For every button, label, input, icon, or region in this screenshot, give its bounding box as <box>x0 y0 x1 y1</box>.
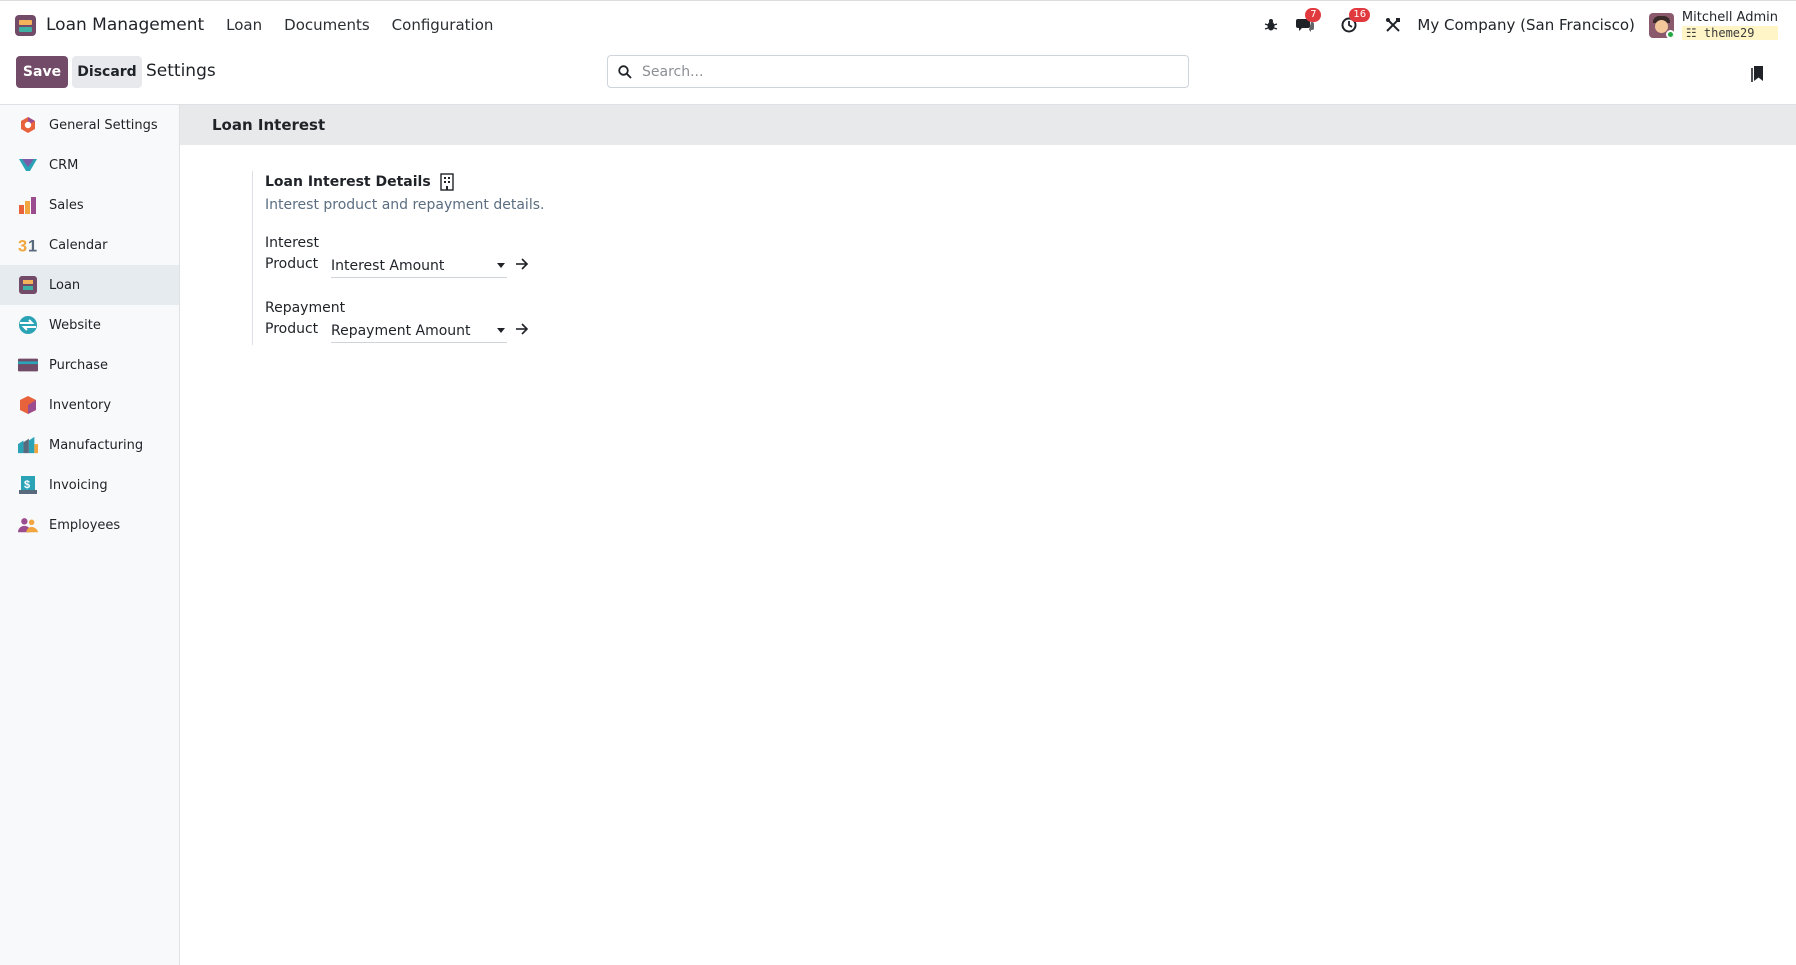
discard-button[interactable]: Discard <box>72 56 142 88</box>
loan-icon <box>18 275 38 295</box>
menu-configuration[interactable]: Configuration <box>392 16 494 34</box>
chevron-down-icon[interactable] <box>497 328 505 333</box>
app-name[interactable]: Loan Management <box>46 15 204 35</box>
interest-product-label: Interest Product <box>265 235 319 272</box>
repayment-product-label: Repayment Product <box>265 300 346 337</box>
svg-text:$: $ <box>24 479 30 491</box>
top-navbar: Loan Management Loan Documents Configura… <box>0 0 1796 49</box>
employees-icon <box>18 515 38 535</box>
section-title: Loan Interest <box>180 105 1796 145</box>
sidebar-item-inventory[interactable]: Inventory <box>0 385 179 425</box>
database-icon: ☷ <box>1685 25 1697 40</box>
company-switcher[interactable]: My Company (San Francisco) <box>1417 16 1634 34</box>
messages-count-badge: 7 <box>1305 8 1322 22</box>
menu-loan[interactable]: Loan <box>226 16 262 34</box>
repayment-product-select[interactable]: Repayment Amount <box>331 319 507 343</box>
internal-link-arrow-icon[interactable] <box>515 257 529 271</box>
main-menu: Loan Documents Configuration <box>226 16 493 34</box>
manufacturing-icon <box>18 435 38 455</box>
invoicing-icon: $ <box>18 475 38 495</box>
setting-title: Loan Interest Details <box>265 173 612 191</box>
online-status-icon <box>1665 29 1674 38</box>
tools-icon[interactable] <box>1383 15 1403 35</box>
company-building-icon <box>439 173 455 191</box>
debug-bug-icon[interactable] <box>1261 15 1281 35</box>
sidebar-item-employees[interactable]: Employees <box>0 505 179 545</box>
loan-app-icon <box>15 14 36 36</box>
website-icon <box>18 315 38 335</box>
sidebar-item-website[interactable]: Website <box>0 305 179 345</box>
settings-content: Loan Interest Loan Interest Details Inte… <box>180 105 1796 965</box>
setting-description: Interest product and repayment details. <box>265 197 545 213</box>
sales-icon <box>18 195 38 215</box>
user-name: Mitchell Admin <box>1681 9 1778 25</box>
svg-text:3: 3 <box>18 237 27 254</box>
sidebar-item-general-settings[interactable]: General Settings <box>0 105 179 145</box>
sidebar-item-purchase[interactable]: Purchase <box>0 345 179 385</box>
sidebar-item-sales[interactable]: Sales <box>0 185 179 225</box>
sidebar-item-crm[interactable]: CRM <box>0 145 179 185</box>
menu-documents[interactable]: Documents <box>284 16 370 34</box>
interest-product-select[interactable]: Interest Amount <box>331 254 507 278</box>
sidebar-item-loan[interactable]: Loan <box>0 265 179 305</box>
settings-sidebar: General Settings CRM Sales 31 Calendar L… <box>0 105 180 965</box>
activities-count-badge: 16 <box>1349 8 1371 22</box>
sidebar-item-calendar[interactable]: 31 Calendar <box>0 225 179 265</box>
calendar-icon: 31 <box>18 235 38 255</box>
messages-icon[interactable]: 7 <box>1295 8 1322 35</box>
brand[interactable]: Loan Management <box>15 14 204 36</box>
general-settings-icon <box>18 115 38 135</box>
control-panel: Save Discard Settings <box>0 49 1796 105</box>
crm-icon <box>18 155 38 175</box>
user-avatar[interactable] <box>1648 12 1674 38</box>
page-title: Settings <box>146 61 216 81</box>
internal-link-arrow-icon[interactable] <box>515 322 529 336</box>
search-box[interactable] <box>607 55 1189 88</box>
interest-product-row: Interest Product Interest Amount <box>265 233 529 278</box>
database-name: ☷ theme29 <box>1681 25 1778 40</box>
bookmark-icon[interactable] <box>1751 65 1765 83</box>
user-menu[interactable]: Mitchell Admin ☷ theme29 <box>1681 9 1778 40</box>
repayment-product-row: Repayment Product Repayment Amount <box>265 298 529 343</box>
loan-interest-setting: Loan Interest Details Interest product a… <box>252 171 612 345</box>
systray: 7 16 My Company (San Francisco) Mitchell… <box>1261 1 1796 49</box>
activities-clock-icon[interactable]: 16 <box>1339 8 1371 35</box>
svg-text:1: 1 <box>28 237 37 254</box>
purchase-icon <box>18 355 38 375</box>
sidebar-item-invoicing[interactable]: $ Invoicing <box>0 465 179 505</box>
save-button[interactable]: Save <box>16 56 68 88</box>
inventory-icon <box>18 395 38 415</box>
search-icon <box>618 64 634 80</box>
chevron-down-icon[interactable] <box>497 263 505 268</box>
search-input[interactable] <box>642 59 1162 84</box>
sidebar-item-manufacturing[interactable]: Manufacturing <box>0 425 179 465</box>
